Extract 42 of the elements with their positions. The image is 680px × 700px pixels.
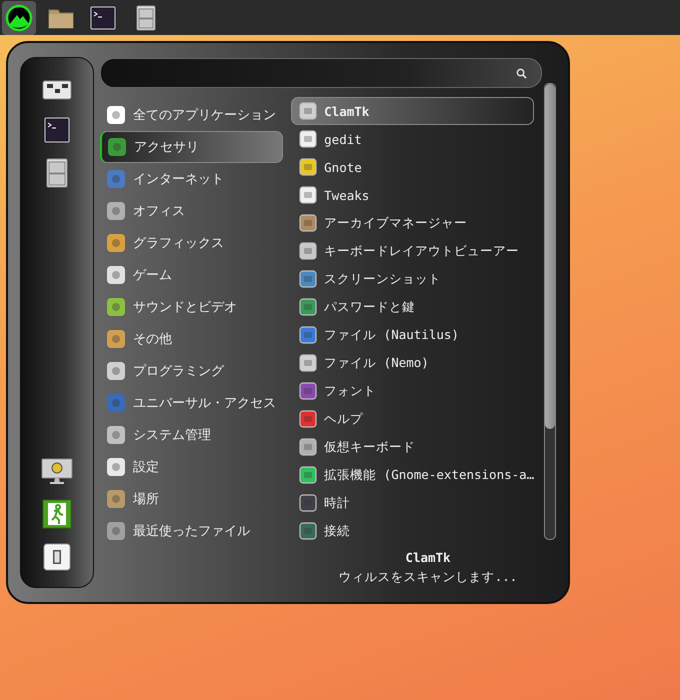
application-item[interactable]: 拡張機能 (Gnome-extensions-a… bbox=[291, 461, 534, 489]
application-item[interactable]: ファイル (Nemo) bbox=[291, 349, 534, 377]
application-item[interactable]: アーカイブマネージャー bbox=[291, 209, 534, 237]
category-item[interactable]: システム管理 bbox=[100, 419, 284, 451]
terminal-icon[interactable] bbox=[43, 116, 71, 144]
application-item[interactable]: キーボードレイアウトビューアー bbox=[291, 237, 534, 265]
category-item[interactable]: ユニバーサル・アクセス bbox=[100, 387, 284, 419]
category-item[interactable]: グラフィックス bbox=[100, 227, 284, 259]
category-item[interactable]: 最近使ったファイル bbox=[100, 515, 284, 547]
category-item[interactable]: アクセサリ bbox=[100, 131, 284, 163]
category-item[interactable]: オフィス bbox=[100, 195, 284, 227]
application-item[interactable]: 時計 bbox=[291, 489, 534, 517]
application-item[interactable]: ClamTk bbox=[291, 97, 534, 125]
application-item[interactable]: パスワードと鍵 bbox=[291, 293, 534, 321]
application-item[interactable]: gedit bbox=[291, 125, 534, 153]
app-title: ClamTk bbox=[405, 550, 451, 565]
category-item[interactable]: 設定 bbox=[100, 451, 284, 483]
category-item[interactable]: インターネット bbox=[100, 163, 284, 195]
application-item[interactable]: 接続 bbox=[291, 517, 534, 545]
category-item[interactable]: ゲーム bbox=[100, 259, 284, 291]
application-item[interactable]: ファイル (Nautilus) bbox=[291, 321, 534, 349]
category-item[interactable]: その他 bbox=[100, 323, 284, 355]
scrollbar-thumb[interactable] bbox=[545, 84, 555, 429]
category-item[interactable]: サウンドとビデオ bbox=[100, 291, 284, 323]
mountain-logo-icon[interactable] bbox=[2, 0, 36, 34]
category-item[interactable]: 全てのアプリケーション bbox=[100, 99, 284, 131]
application-item[interactable]: フォント bbox=[291, 377, 534, 405]
app-description: ウィルスをスキャンします... bbox=[338, 569, 518, 586]
application-item[interactable]: スクリーンショット bbox=[291, 265, 534, 293]
file-cabinet-icon[interactable] bbox=[45, 158, 69, 188]
monitor-lock-icon[interactable] bbox=[41, 457, 73, 485]
category-item[interactable]: 場所 bbox=[100, 483, 284, 515]
application-item[interactable]: 仮想キーボード bbox=[291, 433, 534, 461]
application-item[interactable]: Gnote bbox=[291, 153, 534, 181]
scrollbar[interactable] bbox=[544, 83, 556, 540]
category-item[interactable]: プログラミング bbox=[100, 355, 284, 387]
application-item[interactable]: Tweaks bbox=[291, 181, 534, 209]
application-item[interactable]: ヘルプ bbox=[291, 405, 534, 433]
search-field[interactable] bbox=[100, 58, 542, 88]
exit-sign-icon[interactable] bbox=[42, 499, 72, 529]
power-switch-icon[interactable] bbox=[43, 543, 71, 571]
search-icon bbox=[516, 68, 527, 78]
